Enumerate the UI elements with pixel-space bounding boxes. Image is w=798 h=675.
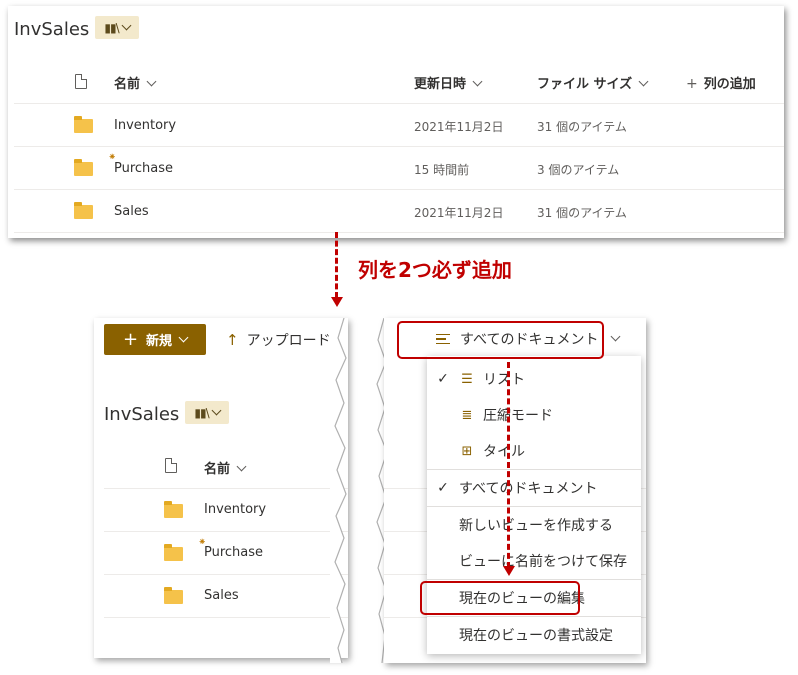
column-header-name[interactable]: 名前 [114, 73, 157, 92]
menu-item-list[interactable]: ✓ ☰ リスト [427, 361, 641, 397]
row-name[interactable]: Inventory [204, 502, 266, 517]
folder-icon [164, 587, 183, 604]
upload-label: アップロード [246, 333, 331, 349]
library-icon: ▮▮\ [104, 20, 119, 35]
row-name[interactable]: Purchase [114, 161, 173, 176]
check-icon: ✓ [437, 371, 449, 387]
column-header-file-size[interactable]: ファイル サイズ [537, 73, 649, 92]
row-name[interactable]: Purchase [204, 545, 263, 560]
list-view-icon: ☰ [461, 371, 473, 387]
menu-item-label: 圧縮モード [483, 408, 553, 424]
library-icon: ▮▮\ [194, 405, 209, 420]
menu-item-save-view-as[interactable]: ビューに名前をつけて保存 [427, 543, 641, 579]
row-size: 3 個のアイテム [537, 163, 620, 177]
chevron-down-icon [472, 76, 483, 87]
document-icon [75, 74, 87, 89]
menu-item-label: タイル [483, 444, 525, 460]
menu-item-format-current-view[interactable]: 現在のビューの書式設定 [427, 617, 641, 653]
menu-item-label: 新しいビューを作成する [459, 518, 613, 534]
divider [14, 232, 784, 233]
chevron-down-icon [236, 461, 247, 472]
tiles-view-icon: ⊞ [461, 443, 473, 459]
chevron-down-icon [211, 405, 222, 416]
column-header-label: 名前 [204, 462, 231, 477]
check-icon: ✓ [437, 480, 449, 496]
column-header-label: 更新日時 [414, 77, 467, 92]
row-size: 31 個のアイテム [537, 120, 627, 134]
menu-item-label: ビューに名前をつけて保存 [459, 554, 627, 570]
annotation-text: 列を2つ必ず追加 [358, 258, 512, 282]
row-name[interactable]: Inventory [114, 118, 176, 133]
chevron-down-icon [146, 76, 157, 87]
menu-item-create-view[interactable]: 新しいビューを作成する [427, 507, 641, 543]
add-column-label: 列の追加 [703, 77, 756, 92]
divider [104, 488, 348, 489]
folder-icon [74, 202, 93, 219]
compact-view-icon: ≣ [461, 407, 473, 423]
add-column-button[interactable]: + 列の追加 [686, 73, 756, 92]
chevron-down-icon [611, 331, 621, 341]
top-library-panel: InvSales ▮▮\ 名前 更新日時 ファイル サイズ + 列の追加 Inve… [8, 6, 784, 238]
new-button-label: 新規 [146, 334, 173, 349]
torn-edge-left [330, 318, 347, 663]
row-modified: 2021年11月2日 [414, 120, 504, 134]
menu-item-label: リスト [483, 372, 525, 388]
divider [14, 189, 784, 190]
plus-icon: + [122, 329, 139, 350]
document-icon [165, 458, 177, 473]
annotation-arrow-head [503, 566, 515, 576]
annotation-arrow-head [331, 297, 343, 307]
menu-item-label: 現在のビューの書式設定 [459, 628, 613, 644]
library-switch-button[interactable]: ▮▮\ [95, 16, 139, 39]
folder-icon [164, 501, 183, 518]
new-button[interactable]: + 新規 [104, 324, 206, 355]
row-name[interactable]: Sales [114, 204, 149, 219]
column-header-label: 名前 [114, 77, 141, 92]
folder-icon [74, 116, 93, 133]
upload-button[interactable]: ↑ アップロード [226, 330, 331, 350]
divider [104, 617, 348, 618]
divider [14, 103, 784, 104]
menu-item-tiles[interactable]: ⊞ タイル [427, 433, 641, 469]
chevron-down-icon [121, 20, 132, 31]
folder-icon [74, 159, 93, 176]
chevron-down-icon [638, 76, 649, 87]
annotation-arrow-shaft [507, 362, 510, 568]
row-size: 31 個のアイテム [537, 206, 627, 220]
column-header-label: ファイル サイズ [537, 77, 633, 92]
library-switch-button[interactable]: ▮▮\ [185, 401, 229, 424]
chevron-down-icon [178, 332, 189, 343]
divider [104, 574, 348, 575]
menu-item-all-documents[interactable]: ✓ すべてのドキュメント [427, 470, 641, 506]
highlight-view-switcher [397, 321, 604, 359]
column-header-modified[interactable]: 更新日時 [414, 73, 483, 92]
row-modified: 15 時間前 [414, 163, 470, 177]
row-modified: 2021年11月2日 [414, 206, 504, 220]
upload-icon: ↑ [226, 331, 239, 349]
annotation-arrow-shaft [335, 232, 338, 298]
library-title: InvSales [14, 19, 90, 40]
bottom-left-library-panel: + 新規 ↑ アップロード InvSales ▮▮\ 名前 Inventory ⁕… [94, 318, 348, 658]
folder-icon [164, 544, 183, 561]
divider [14, 146, 784, 147]
menu-item-compact[interactable]: ≣ 圧縮モード [427, 397, 641, 433]
divider [104, 531, 348, 532]
plus-icon: + [686, 76, 698, 92]
column-header-name[interactable]: 名前 [204, 458, 247, 477]
menu-item-label: すべてのドキュメント [459, 481, 598, 497]
highlight-edit-view [420, 581, 580, 615]
row-name[interactable]: Sales [204, 588, 239, 603]
library-title: InvSales [104, 404, 180, 425]
